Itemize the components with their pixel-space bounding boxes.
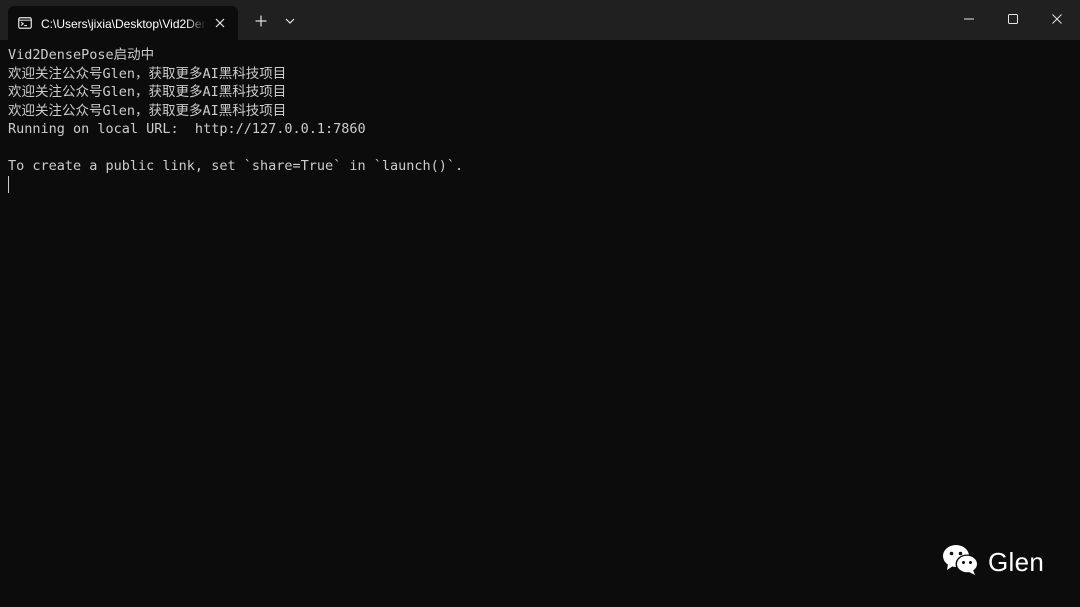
output-line: 欢迎关注公众号Glen，获取更多AI黑科技项目 xyxy=(8,65,287,82)
new-tab-button[interactable] xyxy=(250,10,272,32)
output-line: 欢迎关注公众号Glen，获取更多AI黑科技项目 xyxy=(8,102,287,119)
close-icon xyxy=(215,18,225,28)
tab-terminal[interactable]: C:\Users\jixia\Desktop\Vid2DensePose\sta… xyxy=(8,6,238,40)
terminal-window: C:\Users\jixia\Desktop\Vid2DensePose\sta… xyxy=(0,0,1080,607)
minimize-icon xyxy=(964,18,974,20)
plus-icon xyxy=(255,15,267,27)
tab-dropdown-button[interactable] xyxy=(280,10,300,32)
wechat-icon xyxy=(942,543,980,582)
title-bar: C:\Users\jixia\Desktop\Vid2DensePose\sta… xyxy=(0,0,1080,40)
close-tab-button[interactable] xyxy=(210,13,230,33)
terminal-output[interactable]: Vid2DensePose启动中 欢迎关注公众号Glen，获取更多AI黑科技项目… xyxy=(8,46,1068,194)
minimize-button[interactable] xyxy=(946,0,992,38)
text-cursor xyxy=(8,175,9,193)
output-line: To create a public link, set `share=True… xyxy=(8,158,464,174)
tab-title: C:\Users\jixia\Desktop\Vid2DensePose\sta… xyxy=(41,17,206,31)
output-line: 欢迎关注公众号Glen，获取更多AI黑科技项目 xyxy=(8,84,287,100)
close-window-button[interactable] xyxy=(1034,0,1080,38)
watermark: Glen xyxy=(942,542,1044,582)
terminal-icon xyxy=(18,16,32,30)
maximize-icon xyxy=(1008,14,1018,24)
output-line: Vid2DensePose启动中 xyxy=(8,47,155,63)
maximize-button[interactable] xyxy=(990,0,1036,38)
close-icon xyxy=(1052,14,1062,24)
input-line[interactable] xyxy=(8,175,1068,195)
watermark-text: Glen xyxy=(988,546,1045,577)
chevron-down-icon xyxy=(285,18,295,24)
output-line: Running on local URL: http://127.0.0.1:7… xyxy=(8,121,366,137)
